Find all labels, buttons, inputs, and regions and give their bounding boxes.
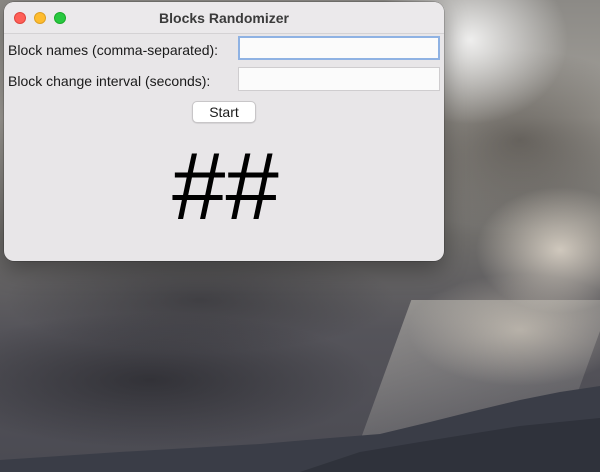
start-button[interactable]: Start: [192, 101, 256, 123]
block-names-row: Block names (comma-separated):: [4, 36, 444, 64]
interval-row: Block change interval (seconds):: [4, 67, 444, 95]
mountains: [0, 386, 600, 472]
interval-label: Block change interval (seconds):: [8, 73, 211, 89]
title-bar[interactable]: Blocks Randomizer: [4, 2, 444, 34]
current-block-display: ##: [170, 133, 278, 240]
app-window: Blocks Randomizer Block names (comma-sep…: [4, 2, 444, 261]
block-names-input[interactable]: [238, 36, 440, 60]
block-names-label: Block names (comma-separated):: [8, 42, 219, 58]
interval-input[interactable]: [238, 67, 440, 91]
window-title: Blocks Randomizer: [159, 10, 289, 26]
